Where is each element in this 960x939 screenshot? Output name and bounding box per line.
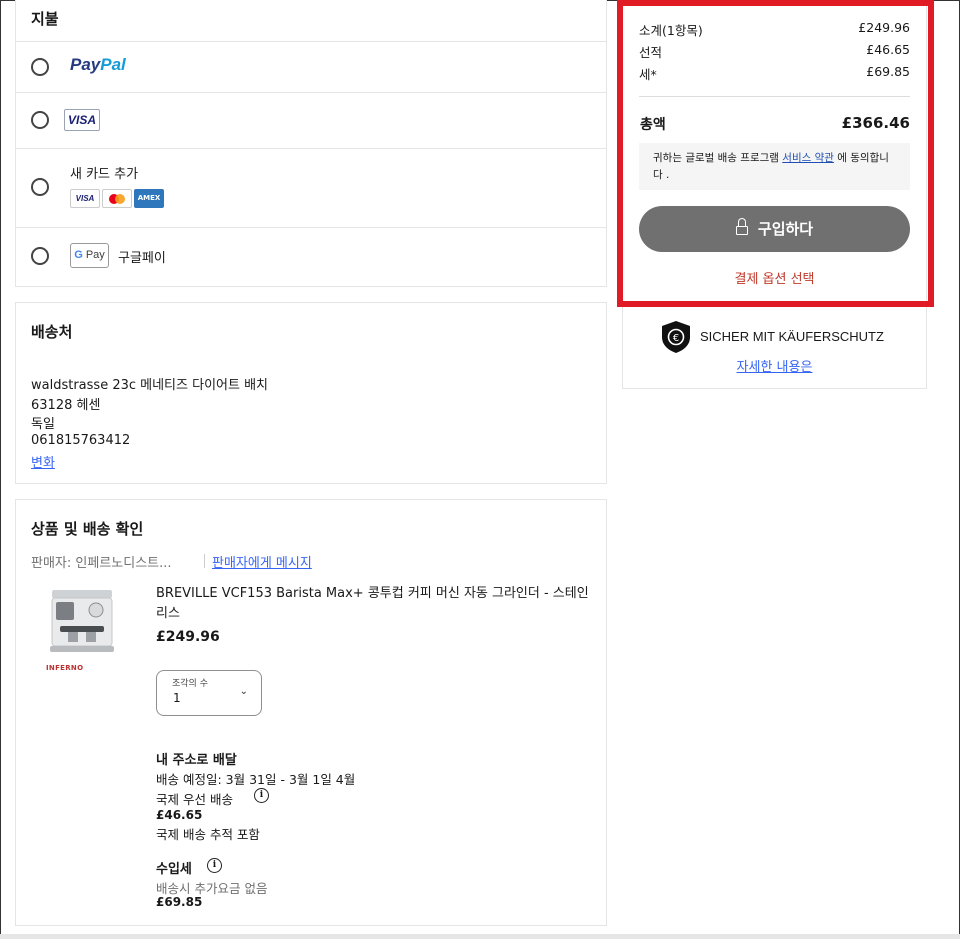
payment-option-new-card[interactable]: 새 카드 추가 VISA AMEX	[16, 148, 606, 227]
address-phone: 061815763412	[31, 433, 131, 448]
delivery-info-icon[interactable]: i	[254, 788, 269, 803]
quantity-select[interactable]: 조각의 수 1 ⌄	[156, 670, 262, 716]
payment-option-gpay[interactable]: G Pay 구글페이	[16, 227, 606, 285]
delivery-tracking: 국제 배송 추적 포함	[156, 827, 260, 842]
mastercard-mini-icon	[102, 189, 132, 208]
google-pay-label: 구글페이	[118, 251, 166, 266]
change-address-link[interactable]: 변화	[31, 452, 55, 471]
delivery-method: 국제 우선 배송	[156, 792, 233, 807]
items-section: 상품 및 배송 확인 판매자: 인페르노디스트... 판매자에게 메시지 INF…	[15, 499, 607, 926]
visa-radio[interactable]	[31, 111, 49, 129]
shipping-title: 배송처	[31, 323, 73, 341]
product-name[interactable]: BREVILLE VCF153 Barista Max+ 콩투컵 커피 머신 자…	[156, 584, 596, 624]
product-price: £249.96	[156, 629, 220, 645]
buyer-protection-link: 자세한 내용은	[622, 356, 927, 375]
learn-more-link[interactable]: 자세한 내용은	[737, 360, 813, 375]
paypal-logo: PayPal	[70, 55, 126, 74]
delivery-estimate: 배송 예정일: 3월 31일 - 3월 1일 4월	[156, 772, 356, 787]
visa-mini-icon: VISA	[70, 189, 100, 208]
quantity-label: 조각의 수	[172, 679, 208, 689]
svg-text:€: €	[673, 333, 679, 344]
page-bottom-strip	[0, 934, 960, 939]
import-tax-heading: 수입세	[156, 862, 192, 877]
items-title: 상품 및 배송 확인	[31, 520, 144, 538]
seller-name: 판매자: 인페르노디스트...	[31, 556, 172, 571]
product-image-caption: INFERNO	[46, 664, 84, 672]
delivery-cost: £46.65	[156, 808, 203, 822]
payment-option-visa[interactable]: VISA	[16, 92, 606, 148]
shield-euro-icon: €	[662, 321, 690, 353]
seller-divider	[204, 554, 205, 568]
address-line2: 63128 헤센	[31, 398, 101, 413]
visa-logo: VISA	[64, 109, 100, 131]
address-line1: waldstrasse 23c 메네티즈 다이어트 배치	[31, 378, 269, 393]
payment-option-paypal[interactable]: PayPal	[16, 41, 606, 92]
google-pay-logo: G Pay	[70, 243, 109, 268]
import-tax-amount: £69.85	[156, 895, 203, 909]
amex-mini-icon: AMEX	[134, 189, 164, 208]
paypal-radio[interactable]	[31, 58, 49, 76]
payment-section: 지불 PayPal VISA 새 카드 추가 VISA AMEX G Pay 구…	[15, 0, 607, 287]
message-seller-link[interactable]: 판매자에게 메시지	[212, 552, 312, 571]
highlight-box	[617, 0, 934, 307]
delivery-heading: 내 주소로 배달	[156, 753, 237, 768]
new-card-radio[interactable]	[31, 178, 49, 196]
quantity-value: 1	[173, 691, 181, 705]
chevron-down-icon: ⌄	[239, 686, 248, 697]
new-card-label: 새 카드 추가	[70, 167, 139, 182]
gpay-radio[interactable]	[31, 247, 49, 265]
address-country: 독일	[31, 417, 55, 432]
payment-title: 지불	[31, 10, 59, 28]
buyer-protection-text: SICHER MIT KÄUFERSCHUTZ	[700, 329, 884, 344]
shipping-section: 배송처 waldstrasse 23c 메네티즈 다이어트 배치 63128 헤…	[15, 302, 607, 484]
import-tax-info-icon[interactable]: i	[207, 858, 222, 873]
